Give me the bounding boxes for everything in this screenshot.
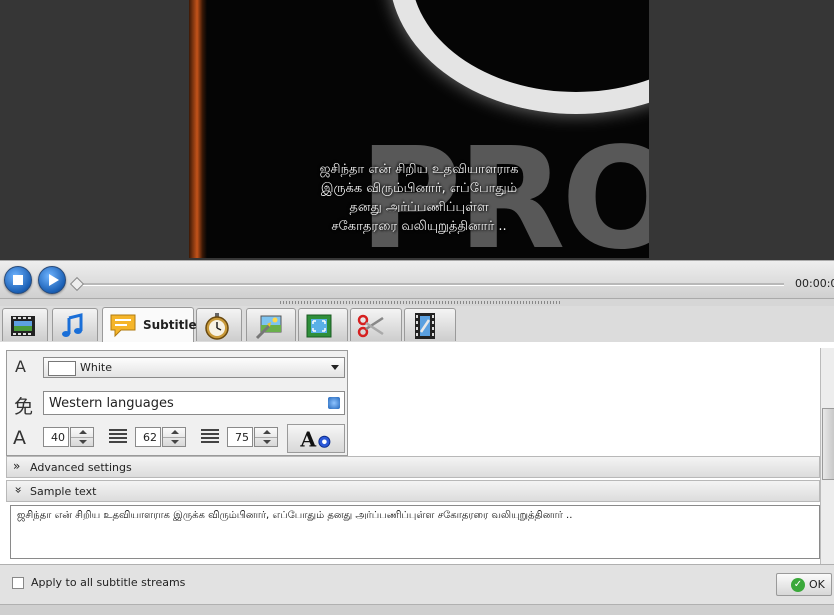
margin-icon: [201, 429, 219, 445]
font-size-stepper[interactable]: [70, 427, 94, 447]
playback-controls: 00:00:0: [0, 260, 834, 299]
dropdown-arrow-icon: [328, 397, 340, 409]
tab-subtitle[interactable]: Subtitle: [102, 307, 197, 342]
font-gear-icon: A: [299, 427, 331, 451]
sample-text-label: Sample text: [30, 485, 97, 498]
stop-icon: [13, 275, 23, 285]
check-icon: ✓: [791, 578, 805, 592]
font-color-icon: A: [15, 357, 26, 376]
stopwatch-icon: [205, 313, 229, 340]
apply-all-label[interactable]: Apply to all subtitle streams: [31, 576, 185, 589]
chevron-down-icon: »: [11, 486, 26, 494]
subtitle-overlay: ஜசிந்தா என் சிறிய உதவியாளராக இருக்க விரு…: [189, 160, 649, 236]
language-value: Western languages: [49, 396, 174, 411]
time-display: 00:00:0: [795, 277, 834, 290]
seek-handle[interactable]: [69, 276, 85, 292]
tab-subtitle-label: Subtitle: [143, 318, 197, 332]
advanced-settings-header[interactable]: » Advanced settings: [6, 456, 820, 478]
subtitle-bubble-icon: [110, 314, 136, 338]
status-strip: [0, 604, 834, 615]
scissors-icon: [357, 314, 384, 338]
tab-video[interactable]: [2, 308, 48, 341]
dialog-footer: Apply to all subtitle streams ✓ OK: [0, 564, 834, 605]
seek-bar[interactable]: [74, 283, 784, 286]
film-settings-icon: [415, 313, 435, 339]
stop-button[interactable]: [4, 266, 32, 294]
tool-tabbar: Subtitle: [0, 306, 834, 343]
tab-timing[interactable]: [196, 308, 242, 341]
tab-audio[interactable]: [52, 308, 98, 341]
font-size-value[interactable]: 40: [43, 427, 69, 447]
image-effects-icon: [255, 315, 282, 340]
color-value: White: [80, 361, 112, 374]
vertical-scrollbar[interactable]: [820, 348, 834, 564]
subtitle-line: தனது அர்ப்பணிப்புள்ள: [349, 200, 489, 215]
tab-crop[interactable]: [298, 308, 348, 341]
crop-icon: [306, 314, 332, 338]
charset-icon: 免: [14, 396, 34, 418]
splitter-grip-icon: [280, 301, 560, 304]
tab-trim[interactable]: [350, 308, 402, 341]
apply-all-checkbox[interactable]: [12, 577, 24, 589]
subtitle-style-box: A White 免 Western languages A 40 62 75 A: [6, 350, 348, 456]
line-spacing-stepper[interactable]: [162, 427, 186, 447]
scrollbar-thumb[interactable]: [822, 408, 834, 480]
video-preview[interactable]: PRO ஜசிந்தா என் சிறிய உதவியாளராக இருக்க …: [189, 0, 649, 258]
line-spacing-icon: [109, 429, 127, 445]
language-dropdown[interactable]: Western languages: [43, 391, 345, 415]
color-dropdown[interactable]: White: [43, 357, 345, 378]
video-tab-icon: [11, 316, 35, 336]
subtitle-line: இருக்க விரும்பினார், எப்போதும்: [320, 181, 518, 196]
music-note-icon: [62, 313, 83, 337]
subtitle-line: சகோதரரை வலியுறுத்தினார் ..: [331, 219, 507, 234]
color-swatch: [48, 361, 76, 376]
advanced-settings-label: Advanced settings: [30, 461, 132, 474]
font-settings-button[interactable]: A: [287, 424, 345, 453]
ok-button[interactable]: ✓ OK: [776, 573, 832, 596]
margin-value[interactable]: 75: [227, 427, 253, 447]
font-size-icon: A: [13, 427, 26, 449]
sample-text-content: ஜசிந்தா என் சிறிய உதவியாளராக இருக்க விரு…: [17, 510, 573, 521]
subtitle-line: ஜசிந்தா என் சிறிய உதவியாளராக: [319, 162, 519, 177]
sample-text-box[interactable]: ஜசிந்தா என் சிறிய உதவியாளராக இருக்க விரு…: [10, 505, 820, 559]
margin-stepper[interactable]: [254, 427, 278, 447]
svg-text:A: A: [299, 427, 316, 451]
ok-label: OK: [809, 578, 825, 591]
chevron-right-icon: »: [13, 459, 21, 473]
preview-area: PRO ஜசிந்தா என் சிறிய உதவியாளராக இருக்க …: [0, 0, 834, 260]
sample-text-header[interactable]: » Sample text: [6, 480, 820, 502]
video-ring-graphic: [389, 0, 649, 114]
play-icon: [49, 274, 59, 286]
chevron-down-icon: [331, 365, 339, 370]
play-button[interactable]: [38, 266, 66, 294]
tab-film-settings[interactable]: [404, 308, 456, 341]
line-spacing-value[interactable]: 62: [135, 427, 161, 447]
tab-effects[interactable]: [246, 308, 296, 341]
subtitle-settings-panel: A White 免 Western languages A 40 62 75 A…: [0, 342, 834, 564]
